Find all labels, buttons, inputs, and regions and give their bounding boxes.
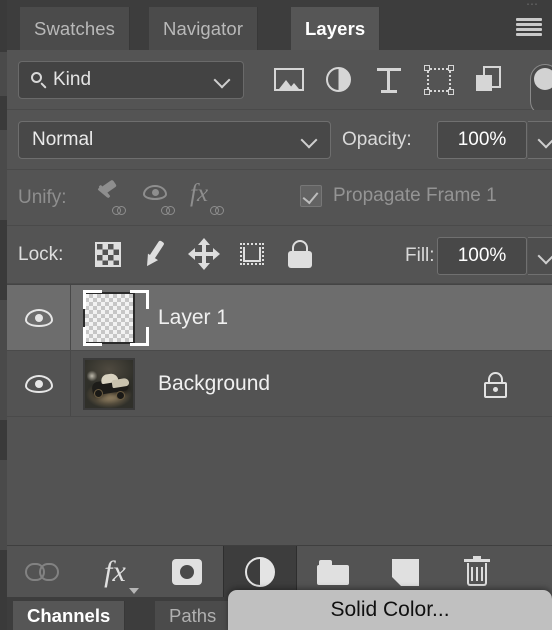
add-layer-mask-button[interactable] — [151, 546, 223, 598]
opacity-dropdown-button[interactable] — [528, 121, 552, 159]
unify-icon-group: fx — [91, 179, 227, 216]
tab-swatches[interactable]: Swatches — [20, 7, 131, 50]
eye-icon — [24, 308, 53, 327]
edge-segment — [0, 130, 7, 220]
menu-line — [516, 23, 542, 26]
unify-visibility-icon[interactable] — [140, 182, 178, 216]
unify-style-icon[interactable]: fx — [189, 180, 227, 216]
fx-icon: fx — [104, 555, 126, 588]
eye-icon — [24, 374, 53, 393]
unify-label: Unify: — [18, 187, 67, 208]
menu-line — [516, 28, 542, 31]
link-badge-icon — [112, 205, 129, 216]
fill-input[interactable]: 100% — [437, 237, 527, 275]
layer-row-background[interactable]: Background — [7, 351, 552, 417]
layer-list[interactable]: Layer 1 Background — [7, 284, 552, 546]
lock-position-icon[interactable] — [188, 238, 220, 270]
tab-channels[interactable]: Channels — [13, 601, 126, 630]
propagate-frame-checkbox[interactable] — [300, 185, 322, 207]
fill-label: Fill: — [405, 245, 435, 266]
panel-menu-icon[interactable] — [516, 18, 542, 36]
edge-segment — [0, 300, 7, 420]
smart-object-filter-icon[interactable] — [472, 64, 506, 96]
layer-mask-icon — [172, 559, 202, 585]
tab-paths[interactable]: Paths — [155, 601, 232, 630]
blend-mode-row: Normal Opacity: 100% — [7, 110, 552, 170]
blend-mode-dropdown[interactable]: Normal — [18, 121, 331, 159]
fill-dropdown-button[interactable] — [528, 237, 552, 275]
propagate-frame-label: Propagate Frame 1 — [333, 185, 497, 206]
pixel-layer-filter-icon[interactable] — [272, 64, 306, 96]
trash-icon — [464, 556, 490, 587]
layer-thumbnail — [83, 357, 135, 410]
link-badge-icon — [210, 205, 227, 216]
adjustment-circle-icon — [245, 557, 275, 587]
lock-label: Lock: — [18, 244, 64, 265]
tab-swatches-label: Swatches — [34, 17, 116, 39]
lock-image-pixels-icon[interactable] — [141, 239, 171, 270]
filter-kind-dropdown[interactable]: Kind — [18, 61, 244, 99]
folder-icon — [317, 559, 349, 585]
edge-segment — [0, 52, 7, 96]
panel-tab-strip: ⋯ Swatches Navigator Layers — [7, 0, 552, 51]
unify-row: Unify: fx Propagate Frame 1 — [7, 170, 552, 226]
layer-name[interactable]: Layer 1 — [158, 306, 552, 330]
layer-visibility-toggle[interactable] — [7, 351, 71, 416]
checkmark-icon — [302, 187, 319, 205]
layer-thumbnail — [83, 291, 135, 344]
type-layer-filter-icon[interactable] — [372, 64, 406, 96]
edge-segment — [0, 460, 7, 550]
new-layer-icon — [390, 558, 419, 587]
opacity-input[interactable]: 100% — [437, 121, 527, 159]
menu-line — [516, 18, 542, 21]
window-tick-marks: ⋯ — [526, 0, 540, 11]
adjustment-layer-filter-icon[interactable] — [322, 64, 356, 96]
propagate-frame-checkbox-group[interactable]: Propagate Frame 1 — [300, 185, 497, 207]
link-icon — [25, 563, 61, 581]
shape-layer-filter-icon[interactable] — [422, 64, 456, 96]
tab-layers[interactable]: Layers — [291, 7, 381, 50]
layer-locked-icon[interactable] — [482, 372, 508, 398]
layer-visibility-toggle[interactable] — [7, 285, 71, 350]
lock-icon-group — [93, 238, 315, 270]
layer-filter-row: Kind — [7, 50, 552, 116]
tab-navigator-label: Navigator — [163, 17, 244, 39]
caret-down-icon — [129, 588, 139, 594]
menu-line — [516, 33, 542, 36]
layer-thumbnail-wrap[interactable] — [71, 285, 149, 351]
link-badge-icon — [161, 205, 178, 216]
lock-transparent-pixels-icon[interactable] — [93, 239, 123, 269]
blend-mode-value: Normal — [32, 129, 94, 150]
tab-channels-label: Channels — [27, 604, 111, 626]
lock-all-icon[interactable] — [285, 239, 315, 269]
filter-kind-label: Kind — [53, 69, 92, 90]
search-icon — [31, 71, 48, 89]
filter-enable-toggle[interactable] — [530, 64, 552, 116]
tab-paths-label: Paths — [169, 604, 217, 626]
tab-navigator[interactable]: Navigator — [149, 7, 259, 50]
lock-artboard-nesting-icon[interactable] — [237, 239, 267, 269]
filter-type-icons — [272, 64, 506, 96]
layers-panel: ⋯ Swatches Navigator Layers Kind Normal … — [0, 0, 552, 630]
layer-row-layer-1[interactable]: Layer 1 — [7, 285, 552, 351]
toggle-knob — [534, 68, 552, 90]
layer-thumbnail-wrap[interactable] — [71, 351, 147, 417]
layer-style-button[interactable]: fx — [79, 546, 151, 598]
lock-row: Lock: Fill: 100% — [7, 226, 552, 284]
tab-layers-label: Layers — [305, 17, 366, 39]
opacity-label: Opacity: — [342, 129, 412, 150]
adjustment-layer-menu[interactable]: Solid Color... — [228, 590, 552, 630]
link-layers-button[interactable] — [7, 546, 79, 598]
unify-position-icon[interactable] — [91, 179, 129, 216]
menu-item-solid-color[interactable]: Solid Color... — [228, 598, 552, 622]
